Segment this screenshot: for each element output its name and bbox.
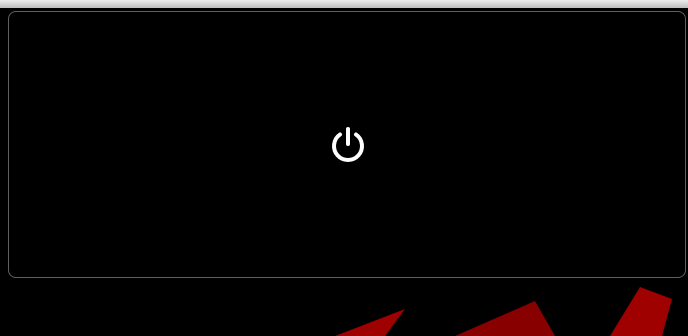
power-button[interactable] — [320, 118, 376, 174]
lower-black-area — [0, 281, 688, 336]
device-screen-panel — [8, 11, 686, 278]
red-watermark-graphic — [335, 287, 672, 336]
power-icon — [332, 127, 364, 162]
top-strip — [0, 0, 688, 8]
